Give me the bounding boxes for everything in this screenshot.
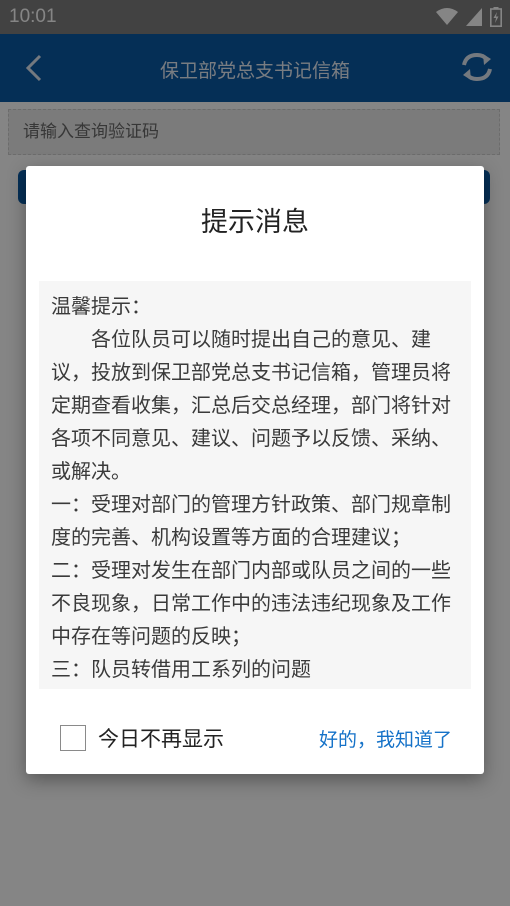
notice-dialog: 提示消息 温馨提示： 各位队员可以随时提出自己的意见、建议，投放到保卫部党总支书…: [26, 166, 484, 774]
confirm-button[interactable]: 好的，我知道了: [319, 725, 452, 752]
dont-show-today-label[interactable]: 今日不再显示: [98, 723, 224, 753]
message-body: 温馨提示： 各位队员可以随时提出自己的意见、建议，投放到保卫部党总支书记信箱，管…: [39, 281, 471, 686]
message-paragraph: 各位队员可以随时提出自己的意见、建议，投放到保卫部党总支书记信箱，管理员将定期查…: [51, 327, 451, 483]
message-item: 一：受理对部门的管理方针政策、部门规章制度的完善、机构设置等方面的合理建议；: [51, 492, 451, 549]
message-scroll-area[interactable]: 温馨提示： 各位队员可以随时提出自己的意见、建议，投放到保卫部党总支书记信箱，管…: [39, 281, 471, 689]
dont-show-today-checkbox[interactable]: [60, 725, 86, 751]
message-item: 三：队员转借用工系列的问题: [51, 657, 311, 681]
message-item: 二：受理对发生在部门内部或队员之间的一些不良现象，日常工作中的违法违纪现象及工作…: [51, 558, 451, 648]
dialog-title: 提示消息: [201, 207, 309, 238]
message-greeting: 温馨提示：: [51, 294, 151, 318]
